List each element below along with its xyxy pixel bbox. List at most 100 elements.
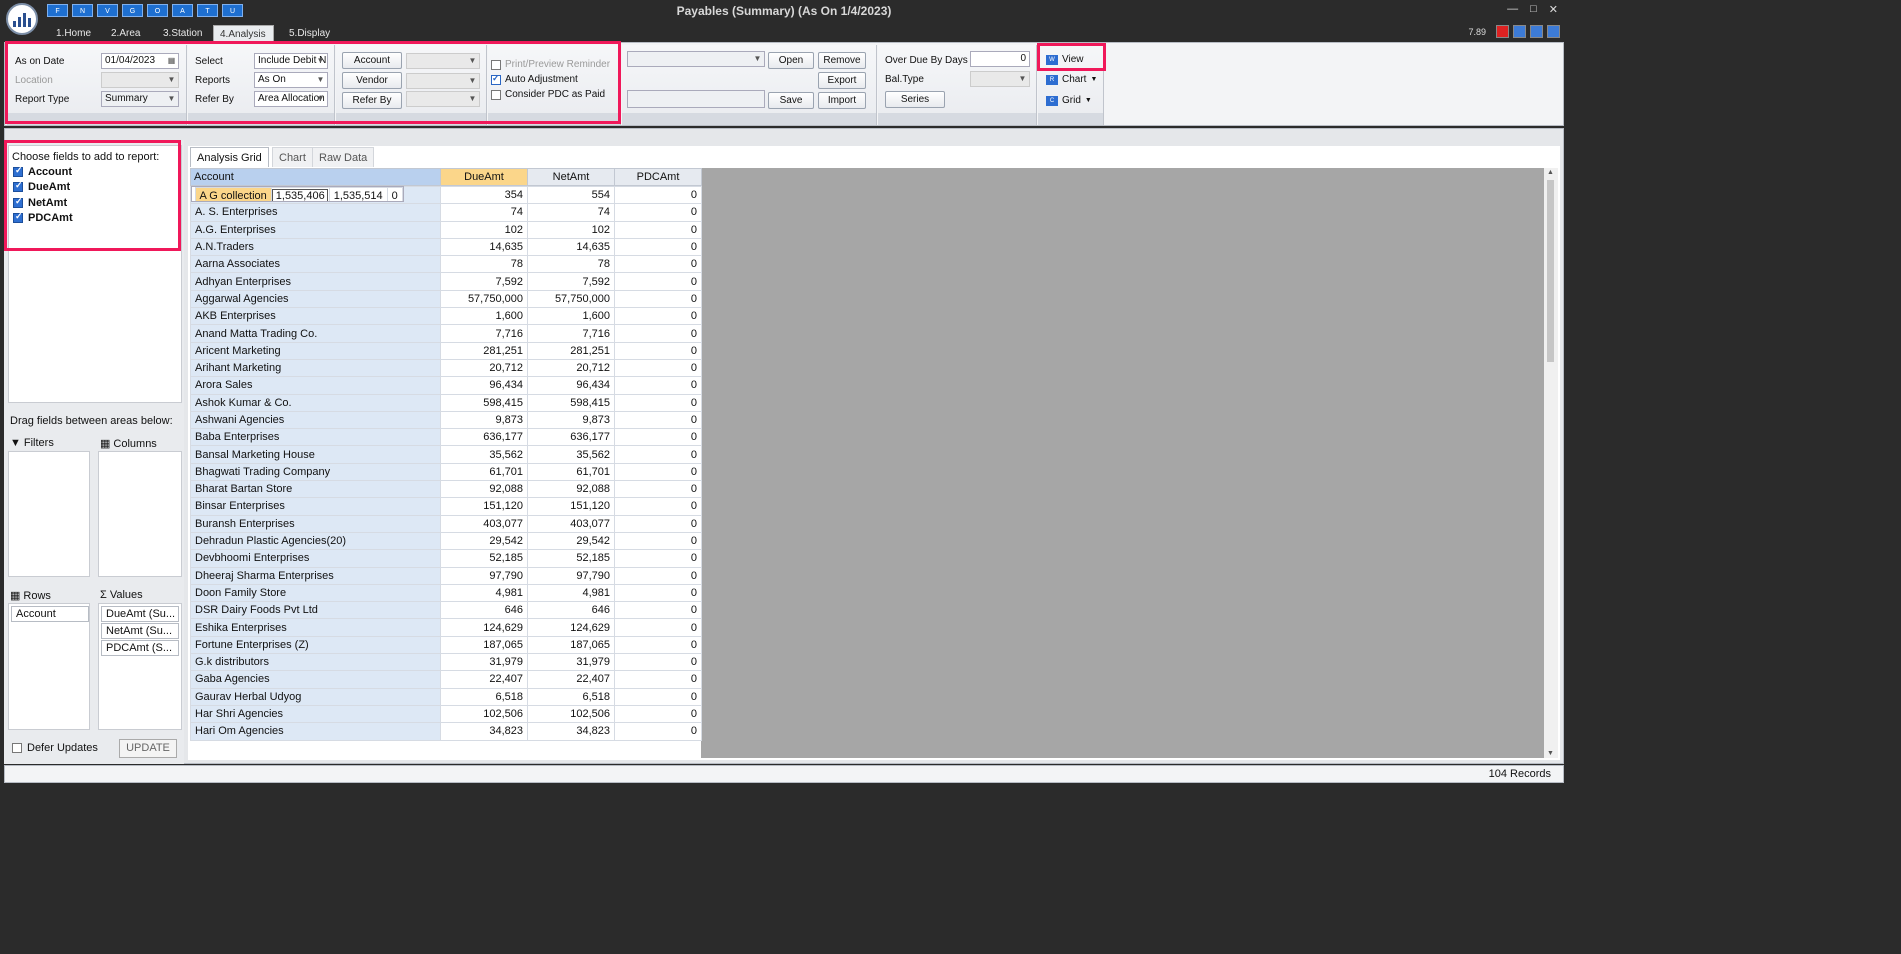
cell-pdcamt[interactable]: 0 (614, 670, 702, 689)
layout-select[interactable]: ▼ (627, 51, 765, 67)
cell-netamt[interactable]: 1,535,514 (328, 187, 388, 201)
refer-by-dropdown[interactable]: Area Allocation ▼ (254, 91, 328, 107)
cell-dueamt[interactable]: 35,562 (440, 445, 528, 464)
cell-netamt[interactable]: 187,065 (527, 635, 615, 655)
cell-dueamt[interactable]: 31,979 (440, 653, 528, 672)
cell-dueamt[interactable]: 29,542 (440, 531, 528, 551)
cell-netamt[interactable]: 92,088 (527, 480, 615, 499)
table-row[interactable]: Hari Om Agencies 34,823 34,823 0 (190, 722, 702, 741)
field-dueamt-checkbox[interactable]: DueAmt (13, 180, 70, 193)
columns-zone[interactable] (98, 451, 182, 577)
cell-netamt[interactable]: 74 (527, 203, 615, 222)
cell-account[interactable]: Har Shri Agencies (190, 704, 441, 724)
table-row[interactable]: Dheeraj Sharma Enterprises 97,790 97,790 0 (190, 566, 702, 585)
refer-by-filter-select[interactable]: ▼ (406, 91, 480, 107)
cell-dueamt[interactable]: 102,506 (440, 704, 528, 724)
chart-button[interactable]: R Chart ▼ (1046, 74, 1097, 85)
cell-netamt[interactable]: 52,185 (527, 549, 615, 568)
cell-account[interactable]: Eshika Enterprises (190, 618, 441, 637)
cell-account[interactable]: Arora Sales (190, 376, 441, 395)
values-field-netamt[interactable]: NetAmt (Su... (101, 623, 179, 639)
values-field-pdcamt[interactable]: PDCAmt (S... (101, 640, 179, 656)
cell-dueamt[interactable]: 4,981 (440, 583, 528, 603)
cell-dueamt[interactable]: 97,790 (440, 566, 528, 585)
cell-account[interactable]: Arihant Marketing (190, 358, 441, 378)
select-dropdown[interactable]: Include Debit N ▼ (254, 53, 328, 69)
cell-dueamt[interactable]: 34,823 (440, 722, 528, 741)
tab-analysis[interactable]: 4.Analysis (213, 25, 274, 42)
cell-account[interactable]: Bhagwati Trading Company (190, 462, 441, 482)
cell-pdcamt[interactable]: 0 (614, 358, 702, 378)
cell-dueamt[interactable]: 14,635 (440, 237, 528, 257)
column-header-dueamt[interactable]: DueAmt (440, 168, 528, 186)
bal-type-select[interactable]: ▼ (970, 71, 1030, 87)
cell-account[interactable]: Aarna Associates (190, 255, 441, 274)
values-zone[interactable]: DueAmt (Su... NetAmt (Su... PDCAmt (S... (98, 603, 182, 730)
cell-pdcamt[interactable]: 0 (614, 185, 702, 205)
vertical-scrollbar[interactable]: ▲ ▼ (1544, 168, 1558, 758)
notes-icon[interactable] (1530, 25, 1543, 38)
cell-netamt[interactable]: 403,077 (527, 514, 615, 533)
cell-pdcamt[interactable]: 0 (614, 376, 702, 395)
table-row[interactable]: Dehradun Plastic Agencies(20) 29,542 29,54… (190, 531, 702, 551)
cell-netamt[interactable]: 4,981 (527, 583, 615, 603)
cell-dueamt[interactable]: 354 (440, 185, 528, 205)
cell-dueamt[interactable]: 61,701 (440, 462, 528, 482)
table-row[interactable]: Bharat Bartan Store 92,088 92,088 0 (190, 480, 702, 499)
cell-account[interactable]: Devbhoomi Enterprises (190, 549, 441, 568)
cell-dueamt[interactable]: 52,185 (440, 549, 528, 568)
defer-updates-checkbox[interactable]: Defer Updates (12, 742, 98, 754)
location-select[interactable]: ▼ (101, 72, 179, 88)
table-row[interactable]: A.N.Traders 14,635 14,635 0 (190, 237, 702, 257)
cell-dueamt[interactable]: 1,535,406 (270, 187, 330, 201)
cell-pdcamt[interactable]: 0 (614, 462, 702, 482)
cell-dueamt[interactable]: 598,415 (440, 393, 528, 412)
rows-field-account[interactable]: Account (11, 606, 89, 622)
update-button[interactable]: UPDATE (119, 739, 177, 758)
table-row[interactable]: Anand Matta Trading Co. 7,716 7,716 0 (190, 324, 702, 343)
cell-pdcamt[interactable]: 0 (614, 480, 702, 499)
cell-dueamt[interactable]: 6,518 (440, 687, 528, 706)
table-row[interactable]: Eshika Enterprises 124,629 124,629 0 (190, 618, 702, 637)
cell-netamt[interactable]: 61,701 (527, 462, 615, 482)
layout-name-input[interactable] (627, 90, 765, 108)
cell-account[interactable]: Fortune Enterprises (Z) (190, 635, 441, 655)
cell-netamt[interactable]: 124,629 (527, 618, 615, 637)
view-button[interactable]: W View (1046, 54, 1084, 65)
tab-raw-data[interactable]: Raw Data (312, 147, 375, 167)
app-logo-icon[interactable] (6, 3, 38, 35)
table-row[interactable]: Bhagwati Trading Company 61,701 61,701 0 (190, 462, 702, 482)
cell-pdcamt[interactable]: 0 (614, 307, 702, 326)
cell-dueamt[interactable]: 96,434 (440, 376, 528, 395)
table-row[interactable]: Gaurav Herbal Udyog 6,518 6,518 0 (190, 687, 702, 706)
cell-account[interactable]: A.G. Enterprises (190, 220, 441, 239)
cell-netamt[interactable]: 34,823 (527, 722, 615, 741)
cell-netamt[interactable]: 102,506 (527, 704, 615, 724)
print-preview-reminder-checkbox[interactable]: Print/Preview Reminder (491, 59, 610, 70)
close-icon[interactable]: ✕ (1549, 3, 1558, 16)
field-netamt-checkbox[interactable]: NetAmt (13, 196, 67, 209)
table-row[interactable]: Gaba Agencies 22,407 22,407 0 (190, 670, 702, 689)
cell-pdcamt[interactable]: 0 (614, 653, 702, 672)
cell-netamt[interactable]: 102 (527, 220, 615, 239)
maximize-icon[interactable]: □ (1530, 3, 1537, 16)
grid-button[interactable]: C Grid ▼ (1046, 95, 1092, 106)
cell-account[interactable]: Doon Family Store (190, 583, 441, 603)
cell-dueamt[interactable]: 92,088 (440, 480, 528, 499)
cell-netamt[interactable]: 598,415 (527, 393, 615, 412)
cell-account[interactable]: Aggarwal Agencies (190, 289, 441, 309)
cell-netamt[interactable]: 20,712 (527, 358, 615, 378)
cell-pdcamt[interactable]: 0 (614, 324, 702, 343)
cell-account[interactable]: AKB Enterprises (190, 307, 441, 326)
cell-account[interactable]: A. S. Enterprises (190, 203, 441, 222)
cell-dueamt[interactable]: 74 (440, 203, 528, 222)
cell-dueamt[interactable]: 646 (440, 601, 528, 620)
table-row[interactable]: Har Shri Agencies 102,506 102,506 0 (190, 704, 702, 724)
column-header-account[interactable]: Account (190, 168, 441, 186)
minimize-icon[interactable]: — (1507, 3, 1518, 16)
cell-netamt[interactable]: 636,177 (527, 428, 615, 447)
table-row[interactable]: Arora Sales 96,434 96,434 0 (190, 376, 702, 395)
cell-pdcamt[interactable]: 0 (614, 549, 702, 568)
cell-netamt[interactable]: 9,873 (527, 410, 615, 430)
cell-account[interactable]: Ashwani Agencies (190, 410, 441, 430)
